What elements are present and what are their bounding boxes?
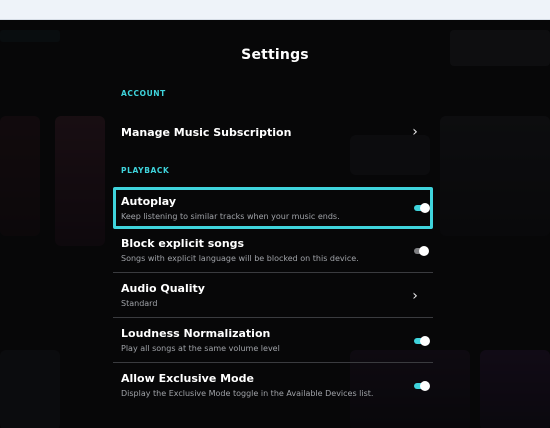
allow-exclusive-mode-row[interactable]: Allow Exclusive Mode Display the Exclusi… [113, 367, 433, 405]
section-heading-account: ACCOUNT [121, 89, 166, 98]
toggle-knob [419, 246, 429, 256]
allow-exclusive-mode-description: Display the Exclusive Mode toggle in the… [121, 389, 374, 398]
loudness-normalization-description: Play all songs at the same volume level [121, 344, 280, 353]
block-explicit-songs-label: Block explicit songs [121, 237, 245, 250]
loudness-normalization-row[interactable]: Loudness Normalization Play all songs at… [113, 322, 433, 360]
autoplay-description: Keep listening to similar tracks when yo… [121, 212, 340, 221]
audio-quality-label: Audio Quality [121, 282, 205, 295]
block-explicit-songs-description: Songs with explicit language will be blo… [121, 254, 359, 263]
row-divider [113, 317, 433, 318]
row-divider [113, 272, 433, 273]
section-heading-playback: PLAYBACK [121, 166, 170, 175]
settings-title: Settings [241, 47, 309, 63]
autoplay-row[interactable]: Autoplay Keep listening to similar track… [113, 187, 433, 229]
allow-exclusive-mode-label: Allow Exclusive Mode [121, 372, 254, 385]
row-divider [113, 362, 433, 363]
audio-quality-value: Standard [121, 299, 158, 308]
chevron-right-icon: › [412, 124, 418, 140]
autoplay-label: Autoplay [121, 195, 177, 208]
manage-music-subscription-label: Manage Music Subscription [121, 126, 292, 139]
browser-top-bar [0, 0, 550, 20]
loudness-normalization-toggle[interactable] [414, 336, 430, 346]
loudness-normalization-label: Loudness Normalization [121, 327, 271, 340]
chevron-right-icon: › [412, 288, 418, 304]
allow-exclusive-mode-toggle[interactable] [414, 381, 430, 391]
block-explicit-songs-toggle[interactable] [414, 246, 429, 256]
manage-music-subscription-row[interactable]: Manage Music Subscription › [113, 112, 433, 152]
toggle-knob [420, 336, 430, 346]
autoplay-toggle[interactable] [414, 203, 430, 213]
audio-quality-row[interactable]: Audio Quality Standard › [113, 277, 433, 315]
block-explicit-songs-row[interactable]: Block explicit songs Songs with explicit… [113, 232, 433, 270]
toggle-knob [420, 381, 430, 391]
toggle-knob [420, 203, 430, 213]
